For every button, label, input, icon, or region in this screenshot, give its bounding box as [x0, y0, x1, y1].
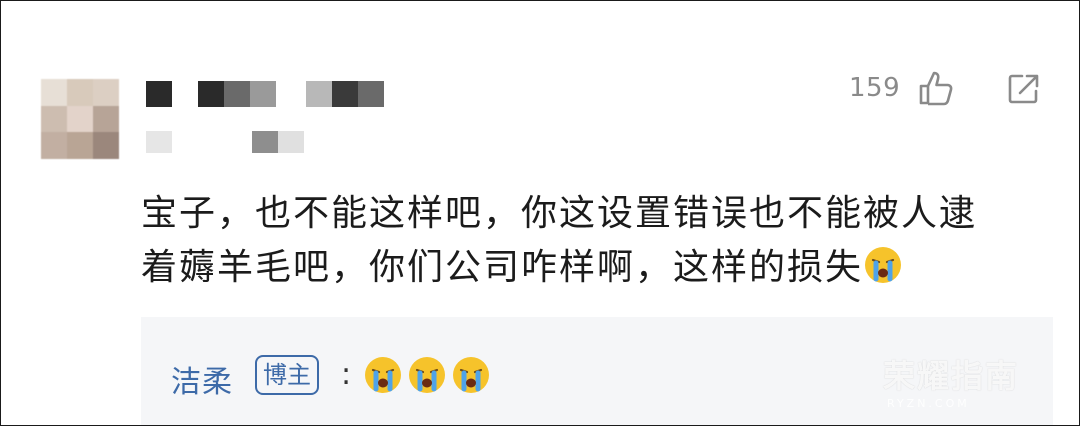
- watermark-subtext: RYZN.COM: [887, 397, 970, 410]
- share-icon[interactable]: [1006, 71, 1042, 107]
- watermark: 荣耀指南: [883, 357, 1020, 395]
- username-redacted[interactable]: [146, 81, 384, 107]
- crying-face-icon: [865, 247, 902, 283]
- crying-face-icon: [409, 357, 445, 393]
- comment-line-1: 宝子，也不能这样吧，你这设置错误也不能被人逮: [141, 193, 978, 234]
- thumbs-up-icon[interactable]: [917, 69, 955, 107]
- crying-face-icon: [453, 357, 489, 393]
- comment-text: 宝子，也不能这样吧，你这设置错误也不能被人逮 着薅羊毛吧，你们公司咋样啊，这样的…: [141, 187, 1041, 295]
- reply-emojis: [363, 355, 491, 395]
- reply-preview[interactable]: 洁柔 博主 : 荣耀指南 RYZN.COM: [141, 317, 1053, 425]
- crying-face-icon: [365, 357, 401, 393]
- blogger-badge: 博主: [255, 355, 319, 395]
- comment-card: 159 宝子，也不能这样吧，你这设置错误也不能被人逮 着薅羊毛吧，你们公司咋样啊…: [0, 0, 1080, 426]
- comment-line-2: 着薅羊毛吧，你们公司咋样啊，这样的损失: [141, 241, 1041, 295]
- reply-separator: :: [341, 357, 352, 392]
- reply-author[interactable]: 洁柔: [171, 357, 233, 401]
- avatar[interactable]: [41, 79, 119, 159]
- like-count: 159: [849, 73, 901, 103]
- user-meta-redacted: [146, 131, 304, 153]
- comment-line-2-text: 着薅羊毛吧，你们公司咋样啊，这样的损失: [141, 247, 864, 288]
